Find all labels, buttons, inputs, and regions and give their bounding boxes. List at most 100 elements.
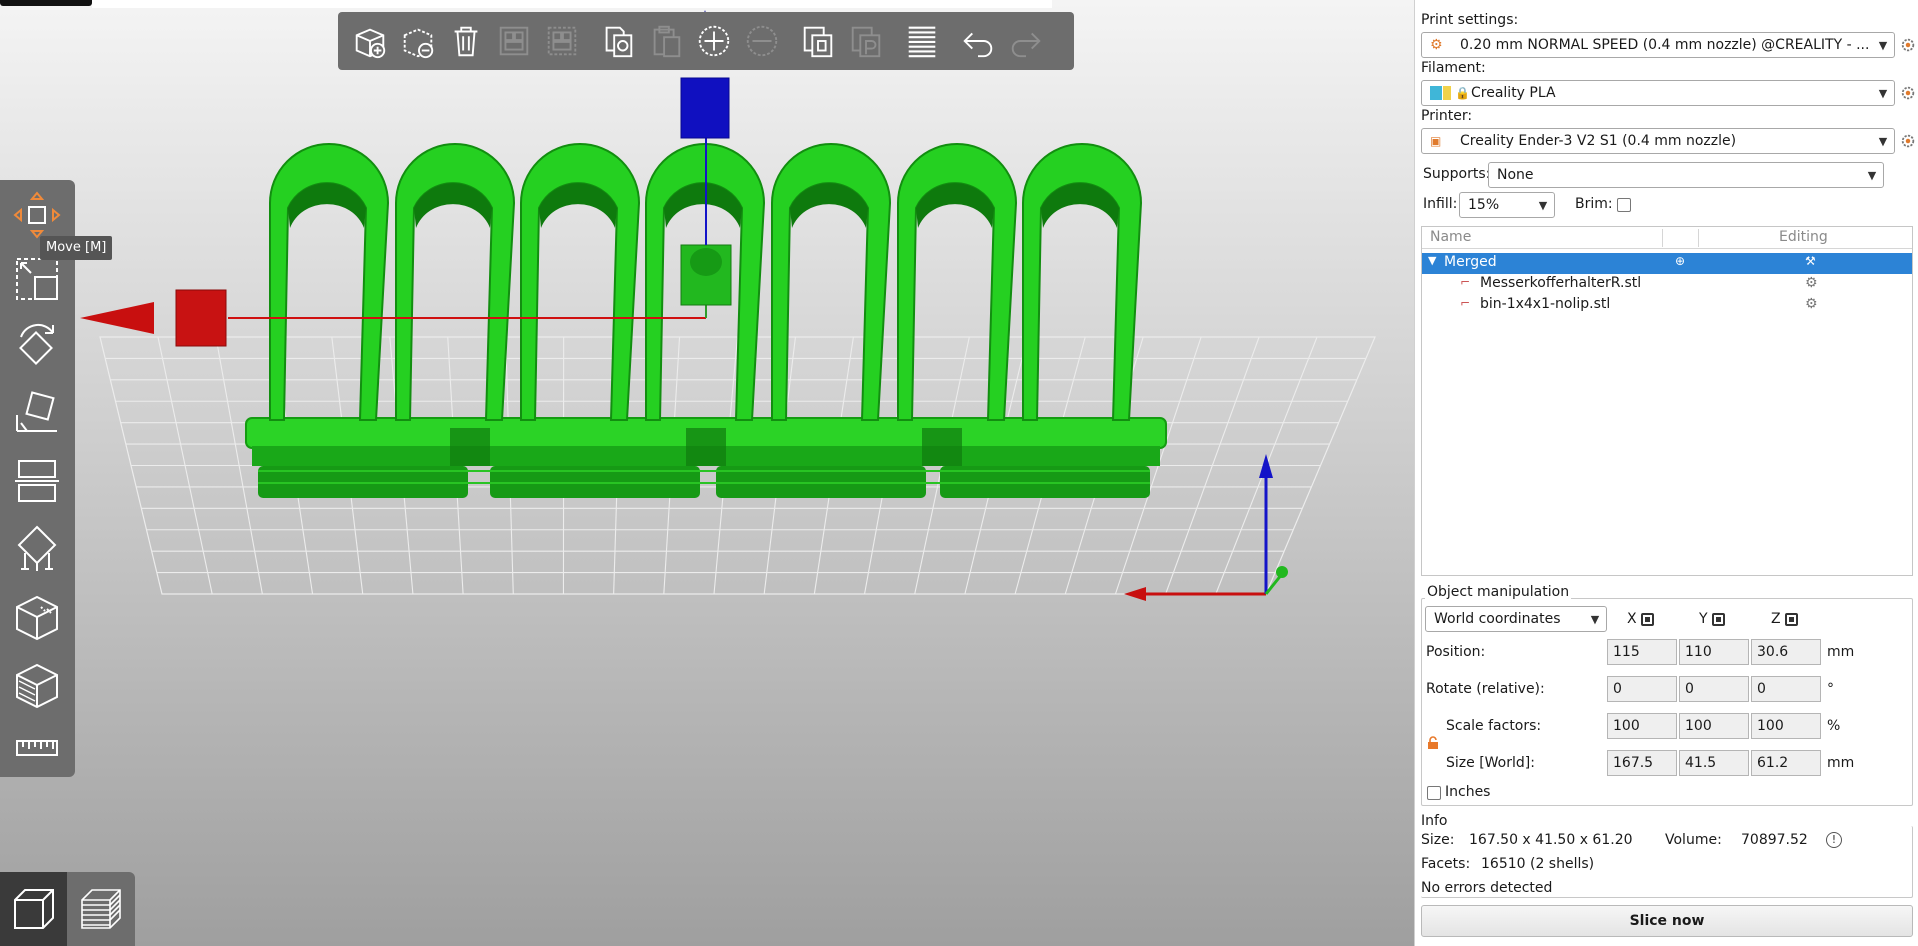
position-x-input[interactable]: 115 — [1607, 639, 1677, 665]
lock-icon[interactable] — [1427, 736, 1439, 750]
object-list-header: Name Editing — [1422, 227, 1912, 249]
gear-icon[interactable]: ⚙ — [1805, 275, 1818, 291]
rotate-unit: ° — [1827, 681, 1834, 697]
coordinate-system-combo[interactable]: World coordinates ▼ — [1425, 606, 1607, 632]
drop-to-bed-icon[interactable] — [1640, 612, 1654, 626]
axis-y-header: Y — [1699, 611, 1725, 627]
size-label: Size [World]: — [1446, 755, 1535, 771]
position-y-input[interactable]: 110 — [1679, 639, 1749, 665]
3d-view-icon[interactable] — [0, 872, 67, 946]
printer-combo[interactable]: ▣ Creality Ender-3 V2 S1 (0.4 mm nozzle)… — [1421, 128, 1895, 154]
axis-z-header: Z — [1771, 611, 1798, 627]
slice-now-button[interactable]: Slice now — [1421, 905, 1913, 937]
gear-icon[interactable]: ⚙ — [1805, 296, 1818, 312]
filament-color-swatch — [1430, 86, 1442, 100]
position-z-input[interactable]: 30.6 — [1751, 639, 1821, 665]
expand-icon[interactable]: ▼ — [1428, 254, 1436, 267]
rotate-y-input[interactable]: 0 — [1679, 676, 1749, 702]
size-unit: mm — [1827, 755, 1855, 771]
list-item-part[interactable]: ⌐ MesserkofferhalterR.stl ⚙ — [1422, 274, 1912, 295]
col-name[interactable]: Name — [1430, 229, 1471, 245]
position-label: Position: — [1426, 644, 1486, 660]
chevron-down-icon: ▼ — [1538, 198, 1548, 212]
chevron-down-icon: ▼ — [1878, 134, 1888, 148]
list-item-label: Merged — [1444, 254, 1497, 270]
measure-icon[interactable] — [8, 720, 66, 778]
filament-swatch-2 — [1443, 86, 1451, 100]
gear-icon[interactable] — [1899, 84, 1917, 102]
gear-icon[interactable] — [1899, 132, 1917, 150]
settings-icon[interactable]: ⚒ — [1805, 254, 1816, 268]
split-to-parts-icon — [844, 19, 888, 63]
drop-to-bed-icon[interactable] — [1711, 612, 1725, 626]
chevron-down-icon: ▼ — [1878, 38, 1888, 52]
col-editing[interactable]: Editing — [1779, 229, 1828, 245]
scale-label: Scale factors: — [1446, 718, 1542, 734]
info-size-label: Size: — [1421, 832, 1455, 848]
cut-icon[interactable] — [8, 452, 66, 510]
rotate-icon[interactable] — [8, 316, 66, 374]
list-item-part[interactable]: ⌐ bin-1x4x1-nolip.stl ⚙ — [1422, 295, 1912, 316]
preview-icon[interactable] — [67, 872, 134, 946]
brim-label: Brim: — [1575, 196, 1613, 212]
gear-icon[interactable] — [1899, 36, 1917, 54]
size-y-input[interactable]: 41.5 — [1679, 750, 1749, 776]
undo-icon[interactable] — [956, 19, 1000, 63]
copy-icon[interactable] — [596, 19, 640, 63]
delete-all-icon[interactable] — [444, 19, 488, 63]
info-icon[interactable]: ! — [1826, 832, 1842, 848]
print-settings-icon: ⚙ — [1430, 37, 1443, 53]
list-item-label: bin-1x4x1-nolip.stl — [1480, 296, 1611, 312]
axis-x-header: X — [1627, 611, 1654, 627]
drop-to-bed-icon[interactable] — [1784, 612, 1798, 626]
size-x-input[interactable]: 167.5 — [1607, 750, 1677, 776]
model-base — [245, 417, 1167, 498]
seam-icon[interactable] — [8, 588, 66, 646]
3d-viewport[interactable]: Move [M] — [0, 0, 1414, 946]
scale-z-input[interactable]: 100 — [1751, 713, 1821, 739]
infill-label: Infill: — [1423, 196, 1458, 212]
print-settings-combo[interactable]: ⚙ 0.20 mm NORMAL SPEED (0.4 mm nozzle) @… — [1421, 32, 1895, 58]
supports-value: None — [1497, 167, 1534, 183]
infill-value: 15% — [1468, 197, 1500, 213]
arrange-icon — [492, 19, 536, 63]
add-icon[interactable] — [348, 19, 392, 63]
supports-icon[interactable] — [8, 520, 66, 578]
mmu-segmentation-icon[interactable] — [8, 656, 66, 714]
info-volume-label: Volume: — [1665, 832, 1722, 848]
add-instance-icon[interactable] — [692, 19, 736, 63]
inches-checkbox[interactable] — [1427, 786, 1441, 800]
rotate-x-input[interactable]: 0 — [1607, 676, 1677, 702]
3d-scene — [80, 10, 1376, 601]
delete-icon[interactable] — [396, 19, 440, 63]
position-unit: mm — [1827, 644, 1855, 660]
rotate-label: Rotate (relative): — [1426, 681, 1545, 697]
supports-combo[interactable]: None ▼ — [1488, 162, 1884, 188]
layers-editing-icon[interactable] — [900, 19, 944, 63]
info-errors: No errors detected — [1421, 880, 1553, 896]
lock-icon: 🔒 — [1455, 86, 1470, 100]
scale-unit: % — [1827, 718, 1841, 734]
split-to-objects-icon[interactable] — [796, 19, 840, 63]
view-toggle — [0, 872, 135, 946]
chevron-down-icon: ▼ — [1590, 612, 1600, 626]
paste-icon — [644, 19, 688, 63]
top-toolbar — [338, 12, 1074, 70]
remove-instance-icon — [740, 19, 784, 63]
part-icon: ⌐ — [1460, 296, 1471, 310]
place-on-face-icon[interactable] — [8, 384, 66, 442]
infill-combo[interactable]: 15% ▼ — [1459, 192, 1555, 218]
list-item-merged[interactable]: ▼ Merged ⊕ ⚒ — [1422, 253, 1912, 274]
size-z-input[interactable]: 61.2 — [1751, 750, 1821, 776]
info-facets-label: Facets: — [1421, 856, 1471, 872]
brim-checkbox[interactable] — [1617, 198, 1631, 212]
redo-icon — [1004, 19, 1048, 63]
arrange-selection-icon — [540, 19, 584, 63]
scale-y-input[interactable]: 100 — [1679, 713, 1749, 739]
scale-x-input[interactable]: 100 — [1607, 713, 1677, 739]
object-manipulation-title: Object manipulation — [1425, 584, 1572, 600]
rotate-z-input[interactable]: 0 — [1751, 676, 1821, 702]
filament-combo[interactable]: 🔒 Creality PLA ▼ — [1421, 80, 1895, 106]
info-volume-value: 70897.52 — [1741, 832, 1808, 848]
chevron-down-icon: ▼ — [1878, 86, 1888, 100]
